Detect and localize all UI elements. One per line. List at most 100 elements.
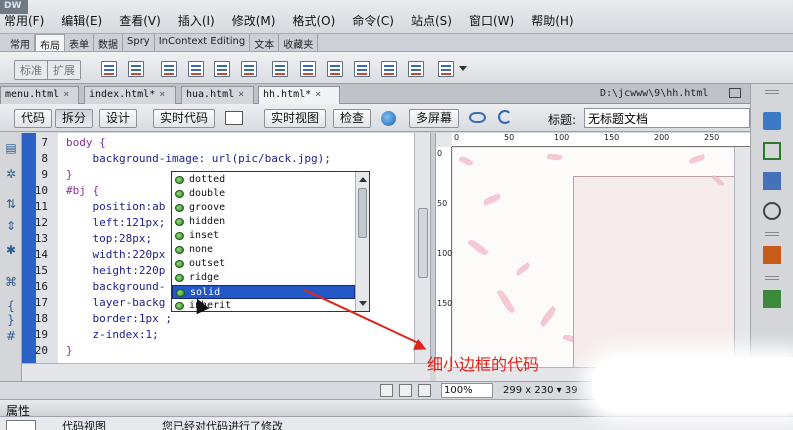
menu-item[interactable]: 窗口(W) xyxy=(469,12,514,29)
code-hint-item[interactable]: none xyxy=(172,243,355,257)
dock-grip[interactable] xyxy=(765,276,779,280)
spry-panel-icon[interactable] xyxy=(272,61,288,77)
code-text[interactable]: top:28px; xyxy=(66,231,152,247)
code-vertical-scrollbar[interactable] xyxy=(414,133,430,363)
doc-tab-hua[interactable]: hua.html × xyxy=(181,86,254,104)
code-hint-item[interactable]: inset xyxy=(172,229,355,243)
frames-icon[interactable] xyxy=(408,61,424,77)
code-text[interactable]: } xyxy=(66,167,73,183)
code-hint-item[interactable]: hidden xyxy=(172,215,355,229)
code-text[interactable]: background-image: url(pic/back.jpg); xyxy=(66,151,330,167)
frameset-icon[interactable] xyxy=(438,61,454,77)
menu-item[interactable]: 修改(M) xyxy=(232,12,276,29)
refresh-icon[interactable] xyxy=(498,110,512,124)
menu-item[interactable]: 格式(O) xyxy=(292,12,335,29)
doc-tab-hh[interactable]: hh.html* × xyxy=(258,86,340,104)
code-hint-scrollbar[interactable] xyxy=(355,172,369,311)
doc-tab-menu[interactable]: menu.html × xyxy=(0,86,79,104)
zoom-select[interactable]: 100% xyxy=(441,383,493,398)
insert-tab[interactable]: InContext Editing xyxy=(155,34,251,51)
insert-row-icon[interactable] xyxy=(327,61,343,77)
close-icon[interactable]: × xyxy=(159,89,165,100)
hand-tool-icon[interactable] xyxy=(399,384,412,397)
menu-item[interactable]: 插入(I) xyxy=(178,12,215,29)
scroll-down-icon[interactable] xyxy=(359,301,367,306)
code-view-button[interactable]: 代码 xyxy=(14,109,53,128)
snippets-icon[interactable] xyxy=(763,290,781,308)
inspect-button[interactable]: 检查 xyxy=(333,109,372,128)
code-text[interactable]: } xyxy=(66,343,73,359)
window-size[interactable]: 299 x 230 ▾ 39 xyxy=(503,385,578,396)
insert-tab[interactable]: Spry xyxy=(123,34,155,51)
code-scroll-thumb[interactable] xyxy=(418,208,428,278)
balance-braces-icon[interactable]: { } xyxy=(4,299,18,327)
design-vertical-scrollbar[interactable] xyxy=(734,147,750,367)
close-icon[interactable]: × xyxy=(238,89,244,100)
insert-div-icon[interactable] xyxy=(128,61,144,77)
ap-div-icon[interactable] xyxy=(161,61,177,77)
expanded-mode-button[interactable]: 扩展 xyxy=(47,61,80,79)
menu-item[interactable]: 帮助(H) xyxy=(531,12,573,29)
code-text[interactable]: width:220px xyxy=(66,247,165,263)
doc-tab-index[interactable]: index.html* × xyxy=(84,86,176,104)
bj-div-box[interactable] xyxy=(573,176,734,367)
visual-aids-icon[interactable] xyxy=(469,112,486,123)
code-hint-item[interactable]: dotted xyxy=(172,173,355,187)
scroll-up-icon[interactable] xyxy=(359,177,367,182)
collapse-tag-icon[interactable]: ✲ xyxy=(4,167,18,181)
design-canvas[interactable] xyxy=(453,148,734,367)
multiscreen-button[interactable]: 多屏幕 xyxy=(409,109,460,128)
collapse-selection-icon[interactable]: ⇅ xyxy=(4,197,18,211)
menu-item[interactable]: 命令(C) xyxy=(352,12,394,29)
code-text[interactable]: layer-backg xyxy=(66,295,165,311)
expand-all-icon[interactable]: ⇕ xyxy=(4,219,18,233)
spry-tabs-icon[interactable] xyxy=(214,61,230,77)
code-hint-item[interactable]: ridge xyxy=(172,271,355,285)
spry-accordion-icon[interactable] xyxy=(241,61,257,77)
insert-tab[interactable]: 数据 xyxy=(94,34,123,51)
chevron-down-icon[interactable] xyxy=(459,66,467,71)
validate-icon[interactable] xyxy=(225,111,243,125)
sitemap-icon[interactable] xyxy=(763,142,781,160)
insert-tab[interactable]: 常用 xyxy=(6,34,35,51)
spry-menu-icon[interactable] xyxy=(188,61,204,77)
insert-tab[interactable]: 文本 xyxy=(250,34,280,51)
menu-item[interactable]: 编辑(E) xyxy=(61,12,102,29)
menu-item[interactable]: 查看(V) xyxy=(119,12,161,29)
menu-item[interactable]: 站点(S) xyxy=(411,12,452,29)
live-view-button[interactable]: 实时视图 xyxy=(264,109,327,128)
code-text[interactable]: left:121px; xyxy=(66,215,165,231)
design-view-button[interactable]: 设计 xyxy=(99,109,138,128)
standard-mode-button[interactable]: 标准 xyxy=(15,61,47,79)
zoom-tool-icon[interactable] xyxy=(418,384,431,397)
draw-table-icon[interactable] xyxy=(300,61,316,77)
restore-window-icon[interactable] xyxy=(729,88,741,98)
select-tool-icon[interactable] xyxy=(380,384,393,397)
code-horizontal-scrollbar[interactable] xyxy=(22,363,430,381)
code-hint-item[interactable]: groove xyxy=(172,201,355,215)
insert-panel-icon[interactable] xyxy=(763,112,781,130)
select-parent-tag-icon[interactable]: ✱ xyxy=(4,243,18,257)
code-text[interactable]: background- xyxy=(66,279,165,295)
briefcase-icon[interactable] xyxy=(763,246,781,264)
close-icon[interactable]: × xyxy=(63,89,69,100)
globe-icon[interactable] xyxy=(381,111,396,126)
table-icon[interactable] xyxy=(101,61,117,77)
code-text[interactable]: border:1px ; xyxy=(66,311,171,327)
close-icon[interactable]: × xyxy=(315,89,321,100)
dock-grip[interactable] xyxy=(765,90,779,94)
code-text[interactable]: position:ab xyxy=(66,199,165,215)
iframe-icon[interactable] xyxy=(381,61,397,77)
code-text[interactable]: height:220p xyxy=(66,263,165,279)
code-hint-item[interactable]: double xyxy=(172,187,355,201)
assets-icon[interactable] xyxy=(763,172,781,190)
code-hint-scroll-thumb[interactable] xyxy=(358,188,367,238)
menu-item[interactable]: 常用(F) xyxy=(4,12,44,29)
insert-tab[interactable]: 表单 xyxy=(65,34,94,51)
insert-column-icon[interactable] xyxy=(354,61,370,77)
search-icon[interactable] xyxy=(763,202,781,220)
code-hint-item[interactable]: outset xyxy=(172,257,355,271)
line-numbers-icon[interactable]: ⌘ xyxy=(4,275,18,289)
title-input[interactable] xyxy=(584,108,750,128)
dock-grip[interactable] xyxy=(765,232,779,236)
